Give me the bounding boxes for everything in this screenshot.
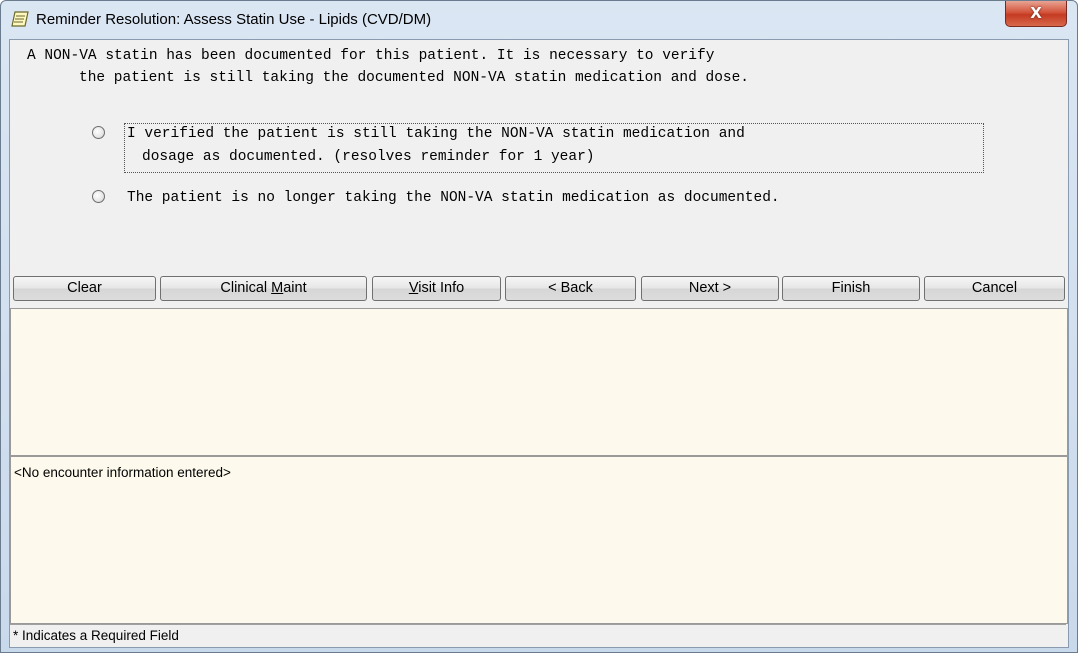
clinical-maint-mnemonic: M [271,280,284,296]
next-button[interactable]: Next > [641,276,779,301]
dialog-content: A NON-VA statin has been documented for … [9,39,1069,648]
option-no-longer-taking-radio[interactable] [92,190,105,203]
option-no-longer-taking-label[interactable]: The patient is no longer taking the NON-… [127,190,780,206]
reminder-resolution-window: Reminder Resolution: Assess Statin Use -… [0,0,1078,653]
option-verified-line-1: I verified the patient is still taking t… [127,126,745,142]
encounter-info-text: <No encounter information entered> [14,465,231,480]
progress-note-preview[interactable] [10,308,1068,456]
clinical-maint-button[interactable]: Clinical Maint [160,276,367,301]
cancel-button[interactable]: Cancel [924,276,1065,301]
window-title: Reminder Resolution: Assess Statin Use -… [36,11,432,28]
option-verified-line-2: dosage as documented. (resolves reminder… [142,149,595,165]
clipboard-icon [11,11,29,27]
prompt-text-line-2: the patient is still taking the document… [79,70,750,86]
back-button[interactable]: < Back [505,276,636,301]
clinical-maint-label-2: aint [283,280,307,296]
prompt-text-line-1: A NON-VA statin has been documented for … [27,48,715,64]
reminder-prompt-panel: A NON-VA statin has been documented for … [10,40,1068,270]
close-icon: X [1030,4,1042,22]
option-verified-radio[interactable] [92,126,105,139]
visit-info-mnemonic: V [408,280,419,296]
required-field-note: * Indicates a Required Field [13,628,179,643]
visit-info-button[interactable]: Visit Info [372,276,501,301]
visit-info-label: isit Info [418,280,465,296]
navigation-button-bar: Clear Clinical Maint Visit Info < Back N… [10,272,1068,306]
encounter-info-panel[interactable]: <No encounter information entered> [10,456,1068,624]
status-bar: * Indicates a Required Field [10,624,1066,646]
clear-button[interactable]: Clear [13,276,156,301]
close-button[interactable]: X [1005,1,1067,27]
clinical-maint-label-1: Clinical [220,280,272,296]
title-bar[interactable]: Reminder Resolution: Assess Statin Use -… [1,1,1077,39]
finish-button[interactable]: Finish [782,276,920,301]
